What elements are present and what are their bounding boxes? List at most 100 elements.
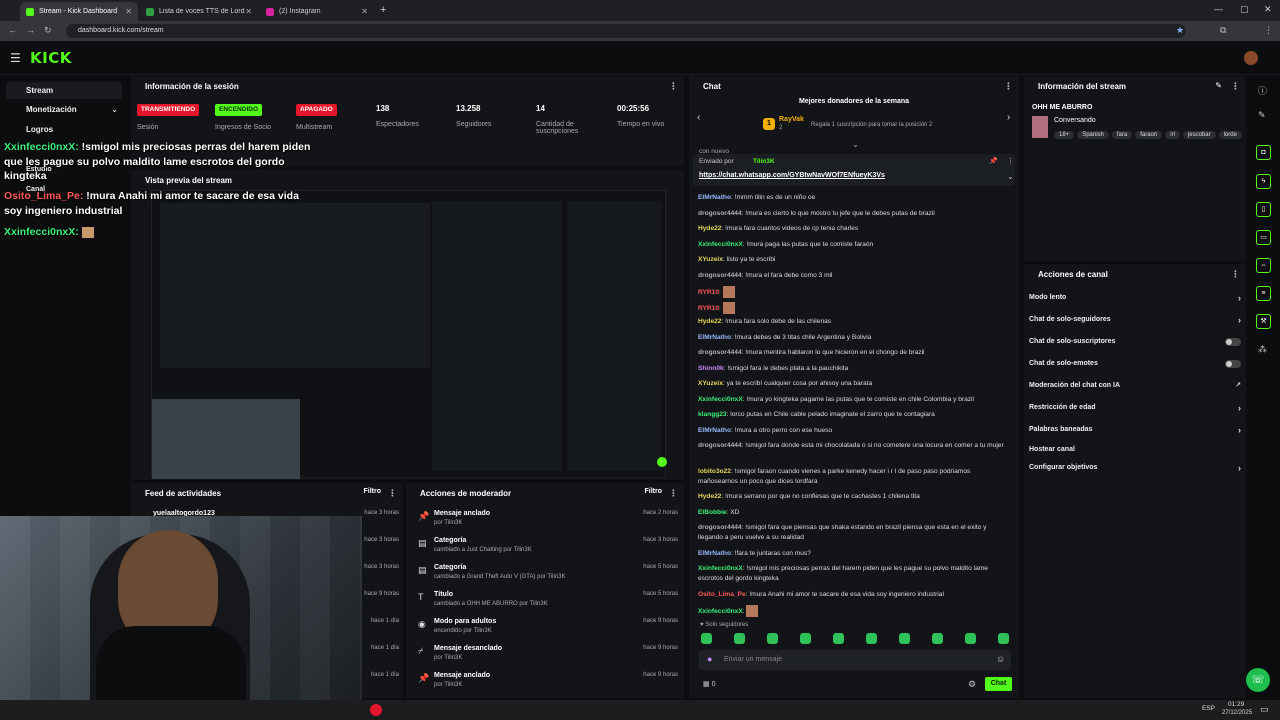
chat-username[interactable]: Osito_Lima_Pe: [698, 591, 746, 598]
chat-input[interactable]: ● Enviar un mensaje ☺: [699, 650, 1011, 670]
close-tab-icon[interactable]: ✕: [125, 7, 132, 16]
chat-username[interactable]: Shinn0k: [698, 365, 724, 372]
emote-shortcut-icon[interactable]: [998, 633, 1009, 644]
bookmark-star-icon[interactable]: ★: [1176, 25, 1184, 36]
chat-message[interactable]: Hyde22: !mura fara cuantos videos de cp …: [698, 224, 1008, 234]
rail-chat-icon[interactable]: ▭: [1256, 230, 1271, 245]
obs-taskbar-icon[interactable]: [370, 704, 382, 716]
emote-shortcut-icon[interactable]: [701, 633, 712, 644]
reload-icon[interactable]: ↻: [44, 25, 52, 36]
chat-message[interactable]: Xxinfecci0nxX:: [698, 605, 1008, 617]
hamburger-menu-icon[interactable]: ☰: [10, 51, 21, 65]
emote-shortcut-icon[interactable]: [767, 633, 778, 644]
kick-logo[interactable]: KICK: [30, 49, 72, 67]
emote-shortcut-icon[interactable]: [866, 633, 877, 644]
chat-message[interactable]: drogosor4444: !mura mentira hablaron lo …: [698, 348, 1008, 358]
chat-message[interactable]: ElMrNatho: !mura debes de 3 titas chile …: [698, 333, 1008, 343]
chat-username[interactable]: Hyde22: [698, 225, 721, 232]
chat-message[interactable]: Hyde22: !mura fara solo debe de las chil…: [698, 317, 1008, 327]
chat-username[interactable]: RYR10: [698, 305, 719, 312]
channel-action-emotes-only[interactable]: Chat de solo-emotes: [1029, 360, 1241, 372]
chat-message[interactable]: drogosor4444: !mura es cierto lo que mos…: [698, 209, 1008, 219]
rail-bolt-icon[interactable]: ϟ: [1256, 174, 1271, 189]
forward-icon[interactable]: →: [26, 25, 35, 35]
pinned-link[interactable]: https://chat.whatsapp.com/GYBtwNavWOf7EN…: [699, 172, 885, 179]
channel-action-followers-only[interactable]: Chat de solo-seguidores ›: [1029, 315, 1241, 328]
more-options-icon[interactable]: ⋮: [388, 488, 397, 499]
chat-username[interactable]: Hyde22: [698, 493, 721, 500]
sidebar-item-stream[interactable]: Stream: [6, 82, 122, 99]
mod-action-row[interactable]: 📌 Mensaje anclado por Tilin3K hace 9 horas: [410, 670, 682, 696]
close-tab-icon[interactable]: ✕: [361, 7, 368, 16]
chat-username[interactable]: klangg23: [698, 411, 727, 418]
emote-shortcut-icon[interactable]: [734, 633, 745, 644]
chat-username[interactable]: lobito3o22: [698, 468, 731, 475]
emote-shortcut-icon[interactable]: [965, 633, 976, 644]
chat-message[interactable]: drogosor4444: !mura el fara debe como 3 …: [698, 271, 1008, 281]
chat-username[interactable]: Xxinfecci0nxX: [698, 565, 743, 572]
mic-icon[interactable]: ●: [707, 654, 712, 664]
chat-settings-icon[interactable]: ⚙: [968, 679, 976, 690]
rail-more-icon[interactable]: ⁂: [1258, 344, 1267, 355]
mod-action-row[interactable]: ⌿ Mensaje desanclado por Tilin3K hace 9 hor…: [410, 643, 682, 669]
more-options-icon[interactable]: ⋮: [669, 488, 678, 499]
chat-message[interactable]: Xxinfecci0nxX: !smigol mis preciosas per…: [698, 564, 1008, 584]
more-options-icon[interactable]: ⋮: [1231, 269, 1240, 280]
subs-only-toggle[interactable]: [1225, 338, 1241, 346]
chat-message[interactable]: Osito_Lima_Pe: !mura Anahi mi amor te sa…: [698, 590, 1008, 600]
mod-action-row[interactable]: ▤ Categoría cambiado a Grand Theft Auto V …: [410, 562, 682, 588]
send-chat-button[interactable]: Chat: [985, 677, 1012, 691]
mod-action-row[interactable]: ▤ Categoría cambiado a Just Chatting por T…: [410, 535, 682, 561]
filter-button[interactable]: Filtro: [645, 488, 663, 495]
new-tab-button[interactable]: +: [380, 4, 386, 16]
chat-message[interactable]: lobito3o22: !smigol faraon cuando vienes…: [698, 467, 1008, 487]
more-options-icon[interactable]: ⋮: [1007, 157, 1014, 165]
chat-username[interactable]: RYR10: [698, 289, 719, 296]
tab-tts-list[interactable]: Lista de voces TTS de LordEmpi... ✕: [140, 2, 258, 21]
channel-action-goals[interactable]: Configurar objetivos ›: [1029, 463, 1241, 476]
mod-action-row[interactable]: ◉ Modo para adultos encendido por Tilin3K h…: [410, 616, 682, 642]
url-field[interactable]: dashboard.kick.com/stream: [66, 24, 1186, 38]
rail-tools-icon[interactable]: ⚒: [1256, 314, 1271, 329]
chat-message[interactable]: XYuzeix: listo ya te escribi: [698, 255, 1008, 265]
sidebar-item-logros[interactable]: Logros: [6, 121, 122, 138]
close-window-icon[interactable]: ✕: [1264, 4, 1272, 15]
chat-username[interactable]: Xxinfecci0nxX: [698, 608, 743, 615]
points-indicator[interactable]: ▦ 0: [703, 680, 715, 688]
channel-action-subs-only[interactable]: Chat de solo-suscriptores: [1029, 338, 1241, 350]
chat-username[interactable]: drogosor4444: [698, 349, 742, 356]
chat-username[interactable]: XYuzeix: [698, 256, 723, 263]
channel-action-age-restriction[interactable]: Restricción de edad ›: [1029, 403, 1241, 416]
emote-shortcut-icon[interactable]: [833, 633, 844, 644]
chevron-down-icon[interactable]: ⌄: [1007, 172, 1014, 181]
sidebar-item-monetizacion[interactable]: Monetización ⌄: [6, 101, 122, 118]
chat-message[interactable]: klangg23: lorco putas en Chile cable pel…: [698, 410, 1008, 420]
chat-username[interactable]: drogosor4444: [698, 524, 742, 531]
pin-icon[interactable]: 📌: [989, 157, 998, 165]
rail-list-icon[interactable]: ≡: [1256, 286, 1271, 301]
channel-action-ai-moderation[interactable]: Moderación del chat con IA ↗: [1029, 382, 1241, 394]
emote-shortcut-icon[interactable]: [800, 633, 811, 644]
chat-message[interactable]: ElMrNatho: !fara te juntaras con mus?: [698, 549, 1008, 559]
chat-message[interactable]: RYR10:: [698, 286, 1008, 298]
chat-username[interactable]: ElMrNatho: [698, 550, 731, 557]
chat-message[interactable]: Xxinfecci0nxX: !mura paga las putas que …: [698, 240, 1008, 250]
chat-username[interactable]: Xxinfecci0nxX: [698, 241, 743, 248]
chat-username[interactable]: ElBobbie: [698, 509, 727, 516]
chevron-right-icon[interactable]: ›: [1007, 112, 1010, 123]
chat-username[interactable]: drogosor4444: [698, 272, 742, 279]
user-avatar[interactable]: [1244, 51, 1258, 65]
stream-preview-video[interactable]: [151, 190, 667, 479]
rail-camera-icon[interactable]: ◘: [1256, 145, 1271, 160]
more-options-icon[interactable]: ⋮: [1231, 81, 1240, 92]
language-indicator[interactable]: ESP: [1202, 705, 1215, 712]
chat-username[interactable]: Hyde22: [698, 318, 721, 325]
info-icon[interactable]: ⓘ: [1258, 84, 1267, 97]
chat-message[interactable]: XYuzeix: ya te escribí cualquier cosa po…: [698, 379, 1008, 389]
rail-document-icon[interactable]: ▯: [1256, 202, 1271, 217]
emote-shortcut-icon[interactable]: [932, 633, 943, 644]
tab-stream[interactable]: Stream - Kick Dashboard ✕: [20, 2, 138, 21]
chat-username[interactable]: Xxinfecci0nxX: [698, 396, 743, 403]
chat-message[interactable]: Shinn0k: !smigol fara le debes plata a l…: [698, 364, 1008, 374]
chat-username[interactable]: drogosor4444: [698, 210, 742, 217]
